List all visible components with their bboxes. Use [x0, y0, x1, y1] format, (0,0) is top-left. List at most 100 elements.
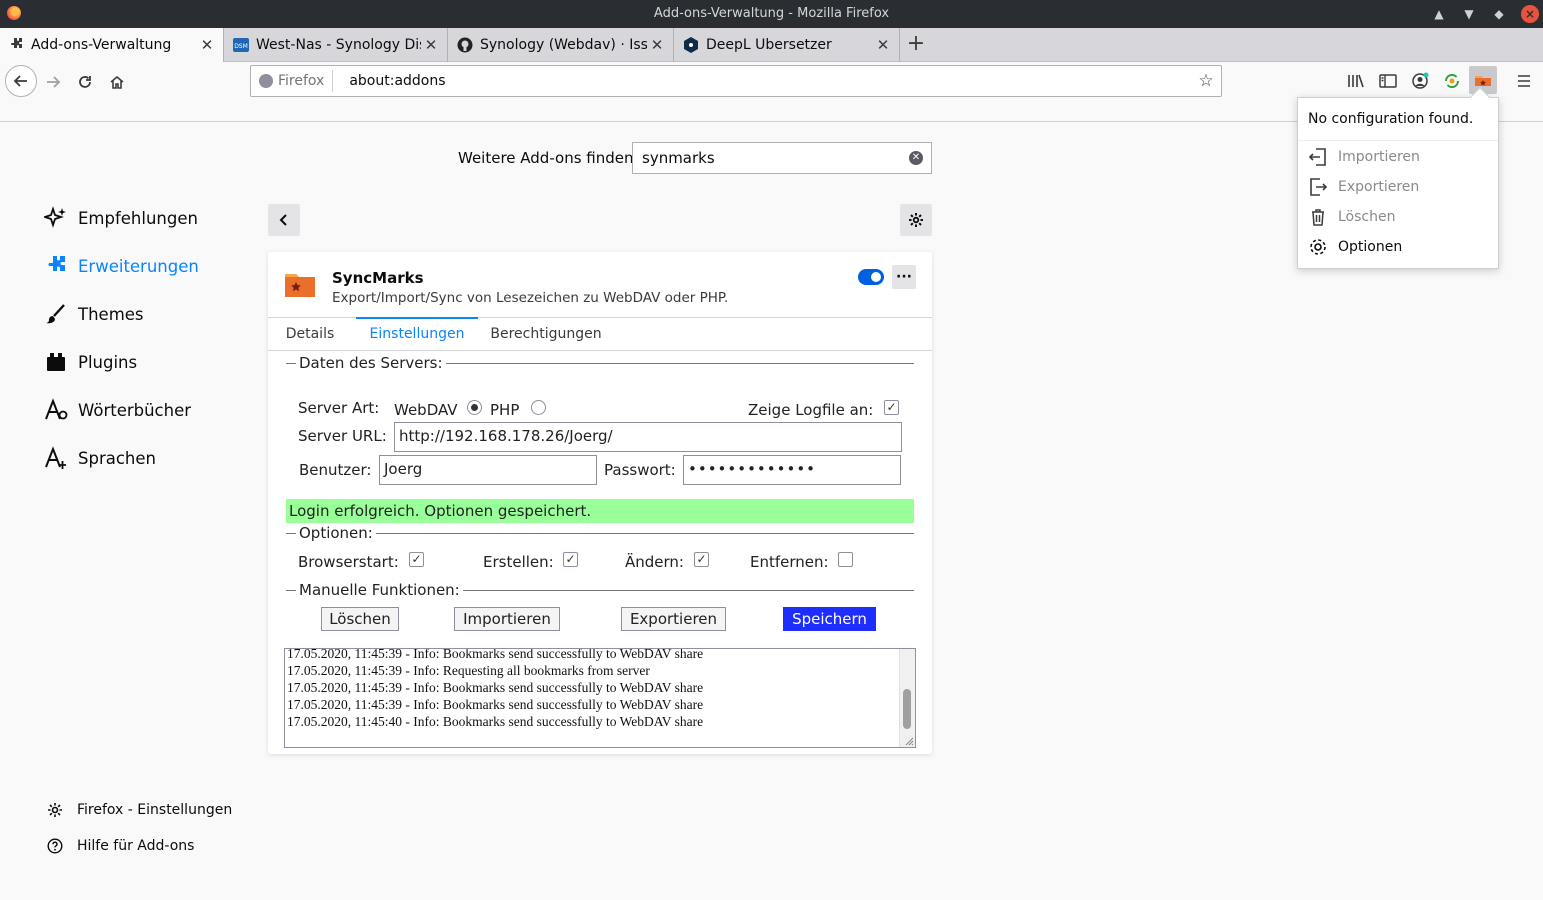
sparkle-icon: [44, 206, 68, 230]
server-url-input[interactable]: http://192.168.178.26/Joerg/: [394, 422, 902, 452]
url-bar[interactable]: Firefox about:addons ☆: [250, 65, 1222, 97]
php-radio[interactable]: [531, 400, 546, 415]
fieldset-line: [286, 589, 296, 591]
footer-link-label: Hilfe für Add-ons: [77, 838, 195, 854]
category-label: Sprachen: [78, 448, 156, 468]
back-to-list-button[interactable]: [268, 204, 300, 236]
back-button[interactable]: [5, 65, 37, 97]
popup-item-label: Importieren: [1338, 149, 1420, 165]
tab-details[interactable]: Details: [278, 318, 342, 351]
category-recommendations[interactable]: Empfehlungen: [44, 203, 198, 233]
fieldset-line: [286, 362, 296, 364]
scrollbar-thumb[interactable]: [903, 689, 911, 729]
tab-label: West-Nas - Synology Disk: [256, 37, 421, 53]
tab-deepl[interactable]: DeepL Übersetzer ✕: [675, 28, 900, 62]
addon-tools-button[interactable]: [900, 204, 932, 236]
manual-functions-fieldset: Manuelle Funktionen:: [286, 581, 914, 599]
user-label: Benutzer:: [299, 461, 372, 479]
clear-search-icon[interactable]: ✕: [909, 151, 923, 165]
tab-settings[interactable]: Einstellungen: [356, 317, 478, 352]
export-button[interactable]: Exportieren: [621, 607, 726, 631]
popup-message: No configuration found.: [1308, 111, 1474, 127]
browserstart-checkbox[interactable]: ✓: [409, 552, 424, 567]
puzzle-icon: [44, 254, 68, 278]
hamburger-menu-icon[interactable]: [1513, 70, 1535, 92]
forward-button[interactable]: [39, 68, 67, 96]
log-textarea[interactable]: 17.05.2020, 11:45:39 - Info: Bookmarks s…: [284, 648, 916, 748]
log-line: 17.05.2020, 11:45:40 - Info: Bookmarks s…: [287, 714, 704, 729]
account-icon[interactable]: [1409, 70, 1431, 92]
addon-more-options-button[interactable]: ···: [892, 265, 916, 289]
home-button[interactable]: [103, 68, 131, 96]
help-icon: [47, 838, 63, 854]
popup-item-label: Exportieren: [1338, 179, 1420, 195]
log-lines: 17.05.2020, 11:45:39 - Info: Bookmarks s…: [287, 648, 704, 730]
change-checkbox[interactable]: ✓: [694, 552, 709, 567]
bookmark-star-icon[interactable]: ☆: [1191, 71, 1221, 91]
log-line: 17.05.2020, 11:45:39 - Info: Bookmarks s…: [287, 680, 704, 695]
github-icon: [457, 37, 473, 53]
tab-close-icon[interactable]: ✕: [647, 36, 667, 54]
window-restore-icon[interactable]: ◆: [1490, 5, 1508, 23]
window-close-icon[interactable]: ×: [1521, 5, 1539, 23]
url-input[interactable]: about:addons: [333, 73, 1191, 89]
addon-enable-toggle[interactable]: [858, 269, 884, 285]
delete-button[interactable]: Löschen: [321, 607, 399, 631]
window-maximize-up-icon[interactable]: ▲: [1430, 5, 1448, 23]
sync-extension-icon[interactable]: [1441, 70, 1463, 92]
category-label: Plugins: [78, 352, 138, 372]
addon-tabs: Details Einstellungen Berechtigungen: [268, 317, 932, 351]
tab-close-icon[interactable]: ✕: [197, 36, 217, 54]
plugin-icon: [44, 350, 68, 374]
popup-delete-item[interactable]: Löschen: [1308, 206, 1395, 228]
category-themes[interactable]: Themes: [44, 299, 144, 329]
reload-button[interactable]: [71, 68, 99, 96]
server-data-fieldset: Daten des Servers:: [286, 354, 914, 372]
library-icon[interactable]: [1345, 70, 1367, 92]
syncmarks-popup: No configuration found. Importieren Expo…: [1297, 87, 1499, 269]
window-title: Add-ons-Verwaltung - Mozilla Firefox: [653, 6, 890, 21]
sidebar-icon[interactable]: [1377, 70, 1399, 92]
category-extensions[interactable]: Erweiterungen: [44, 251, 199, 281]
show-logfile-checkbox[interactable]: ✓: [884, 400, 899, 415]
manual-functions-legend: Manuelle Funktionen:: [299, 581, 460, 599]
popup-export-item[interactable]: Exportieren: [1308, 176, 1419, 198]
log-scrollbar[interactable]: [899, 649, 915, 747]
addons-help-link[interactable]: Hilfe für Add-ons: [47, 838, 194, 854]
log-line: 17.05.2020, 11:45:39 - Info: Bookmarks s…: [287, 648, 704, 661]
tab-synology-dsm[interactable]: DSM West-Nas - Synology Disk ✕: [225, 28, 448, 62]
puzzle-icon: [8, 37, 24, 53]
new-tab-plus-icon[interactable]: +: [904, 28, 928, 62]
window-minimize-icon[interactable]: ▼: [1460, 5, 1478, 23]
webdav-radio[interactable]: [467, 400, 482, 415]
tab-github-issue[interactable]: Synology (Webdav) · Issu ✕: [449, 28, 674, 62]
category-plugins[interactable]: Plugins: [44, 347, 137, 377]
resize-grip-icon[interactable]: [902, 734, 914, 746]
category-dictionaries[interactable]: Wörterbücher: [44, 395, 191, 425]
arrow-left-icon: [13, 75, 27, 87]
tab-close-icon[interactable]: ✕: [421, 36, 441, 54]
fieldset-line: [286, 532, 296, 534]
import-button[interactable]: Importieren: [454, 607, 560, 631]
remove-checkbox[interactable]: [838, 552, 853, 567]
tab-close-icon[interactable]: ✕: [873, 36, 893, 54]
user-input[interactable]: Joerg: [379, 455, 597, 485]
webdav-label: WebDAV: [394, 401, 458, 419]
dictionary-icon: [44, 398, 68, 422]
create-checkbox[interactable]: ✓: [563, 552, 578, 567]
popup-options-item[interactable]: Optionen: [1308, 236, 1402, 258]
category-languages[interactable]: Sprachen: [44, 443, 156, 473]
category-label: Empfehlungen: [78, 208, 198, 228]
gear-icon: [909, 213, 923, 227]
save-button[interactable]: Speichern: [783, 607, 876, 631]
addons-search-input[interactable]: synmarks ✕: [632, 142, 932, 174]
password-input[interactable]: •••••••••••••: [683, 455, 901, 485]
deepl-icon: [683, 37, 699, 53]
firefox-settings-link[interactable]: Firefox - Einstellungen: [47, 802, 232, 818]
tab-label: Add-ons-Verwaltung: [31, 37, 172, 53]
popup-import-item[interactable]: Importieren: [1308, 146, 1420, 168]
identity-box[interactable]: Firefox: [251, 70, 334, 92]
tab-permissions[interactable]: Berechtigungen: [488, 318, 604, 351]
tab-addons-manager[interactable]: Add-ons-Verwaltung ✕: [0, 28, 224, 62]
fieldset-line: [462, 589, 914, 591]
